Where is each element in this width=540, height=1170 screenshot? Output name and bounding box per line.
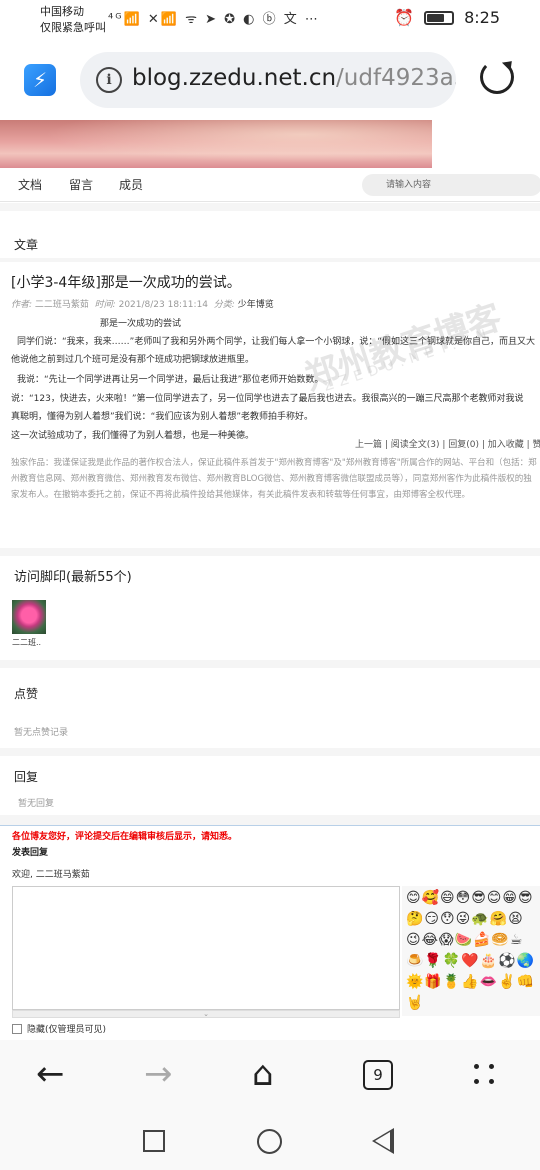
status-bar: 中国移动 仅限紧急呼叫 ⁴ᴳ📶 ✕📶 ᯤ ➤ ✪ ◐ ⓑ 文 ⋯ ⏰ 8:25: [0, 0, 540, 40]
url-path: /udf4923a5: [336, 65, 456, 91]
battery-icon: [424, 10, 455, 25]
post-reply-heading: 发表回复: [12, 848, 49, 858]
nav-item-members[interactable]: 成员: [119, 176, 143, 193]
search-input[interactable]: 请输入内容: [362, 174, 540, 196]
hide-checkbox[interactable]: [12, 1023, 22, 1034]
category-link[interactable]: 少年博览: [238, 300, 274, 310]
comment-notice: 各位博友您好，评论提交后在编辑审核后显示，请知悉。: [12, 832, 238, 842]
divider: [0, 748, 540, 756]
section-heading-visitors: 访问脚印(最新55个): [14, 570, 132, 585]
comment-textarea[interactable]: [12, 886, 400, 1010]
welcome-text: 欢迎, 二二班马紫茹: [12, 870, 90, 880]
blog-banner-image: [0, 120, 432, 168]
resize-handle[interactable]: ⌄: [12, 1010, 400, 1018]
divider-line: [0, 825, 540, 826]
article-paragraph: 我说：“先让一个同学进再让另一个同学进，最后让我进”那位老师开始数数。: [17, 375, 324, 385]
section-heading-likes: 点赞: [14, 687, 39, 701]
menu-grid-icon[interactable]: [472, 1062, 498, 1088]
emergency-label: 仅限紧急呼叫: [40, 21, 106, 34]
signal-icons: ⁴ᴳ📶 ✕📶 ᯤ ➤ ✪ ◐ ⓑ 文 ⋯: [108, 12, 320, 27]
category-label: 分类:: [213, 300, 235, 310]
emoji-picker[interactable]: 😊🥰😄😳😎😊😁😎🤔😏😯😜🐢🤗😫😉😂😱🍉🍰🥯☕🍮🌹🍀❤️🎂⚽🌏🌞🎁🍍👍👄✌️👊🤘: [402, 886, 540, 1016]
divider: [0, 258, 540, 262]
status-right: ⏰ 8:25: [394, 8, 500, 27]
browser-bottom-nav: ← → ⌂ 9: [0, 1040, 540, 1110]
author-label: 作者:: [11, 300, 33, 310]
visitor-name[interactable]: 二二班..: [12, 637, 41, 648]
article-paragraph: 同学们说：“我来，我来……”老师叫了我和另外两个同学，让我们每人拿一个小钢球，说…: [17, 337, 535, 347]
back-arrow-icon[interactable]: ←: [36, 1054, 65, 1094]
info-icon[interactable]: i: [96, 67, 122, 93]
article-paragraph: 他说他之前到过几个班可是没有那个班成功把钢球放进瓶里。: [11, 355, 255, 365]
url-text[interactable]: blog.zzedu.net.cn/udf4923a5: [132, 65, 456, 91]
home-circle-icon[interactable]: [257, 1129, 282, 1154]
reload-icon[interactable]: [480, 60, 514, 94]
article-action-links[interactable]: 上一篇 | 阅读全文(3) | 回复(0) | 加入收藏 | 赞(0: [355, 437, 540, 450]
article-paragraph: 真聪明，懂得为别人着想”我们说：“我们应该为别人着想”老教师拍手称好。: [11, 412, 313, 422]
back-triangle-icon[interactable]: [372, 1128, 394, 1154]
system-nav-bar: [0, 1110, 540, 1170]
article-paragraph: 说：“123，快进去，火来啦！”第一位同学进去了，另一位同学也进去了最后我也进去…: [11, 394, 524, 404]
tabs-count-button[interactable]: 9: [363, 1060, 393, 1090]
hide-option[interactable]: 隐藏(仅管理员可见): [12, 1022, 106, 1035]
copyright-notice: 独家作品：我谨保证我是此作品的著作权合法人，保证此稿件系首发于"郑州教育博客"及…: [11, 458, 537, 500]
divider: [0, 660, 540, 668]
forward-arrow-icon[interactable]: →: [144, 1054, 173, 1094]
browser-app-icon[interactable]: ⚡: [24, 64, 56, 96]
url-domain: blog.zzedu.net.cn: [132, 65, 337, 91]
time-label: 时间:: [94, 300, 116, 310]
author-name[interactable]: 二二班马紫茹: [35, 300, 89, 310]
nav-item-documents[interactable]: 文档: [18, 176, 42, 193]
visitor-avatar[interactable]: [12, 600, 46, 634]
home-icon[interactable]: ⌂: [252, 1054, 274, 1094]
hide-label: 隐藏(仅管理员可见): [27, 1025, 107, 1035]
nav-item-messages[interactable]: 留言: [69, 176, 93, 193]
likes-empty-text: 暂无点赞记录: [14, 728, 69, 738]
post-time: 2021/8/23 18:11:14: [118, 300, 209, 310]
article-subtitle: 那是一次成功的尝试: [100, 319, 182, 329]
blog-nav: 文档 留言 成员 请输入内容: [0, 168, 540, 202]
divider: [0, 548, 540, 556]
recent-apps-icon[interactable]: [143, 1130, 165, 1152]
alarm-clock-icon: ⏰: [394, 8, 415, 27]
section-heading-articles: 文章: [14, 238, 39, 252]
address-bar[interactable]: i blog.zzedu.net.cn/udf4923a5: [80, 52, 456, 108]
replies-empty-text: 暂无回复: [18, 799, 55, 809]
carrier-label: 中国移动: [40, 5, 84, 18]
browser-toolbar: ⚡ i blog.zzedu.net.cn/udf4923a5: [0, 40, 540, 120]
clock-time: 8:25: [464, 8, 500, 27]
divider: [0, 203, 540, 211]
article-title[interactable]: [小学3-4年级]那是一次成功的尝试。: [11, 272, 540, 292]
section-heading-replies: 回复: [14, 770, 39, 784]
divider: [0, 815, 540, 825]
